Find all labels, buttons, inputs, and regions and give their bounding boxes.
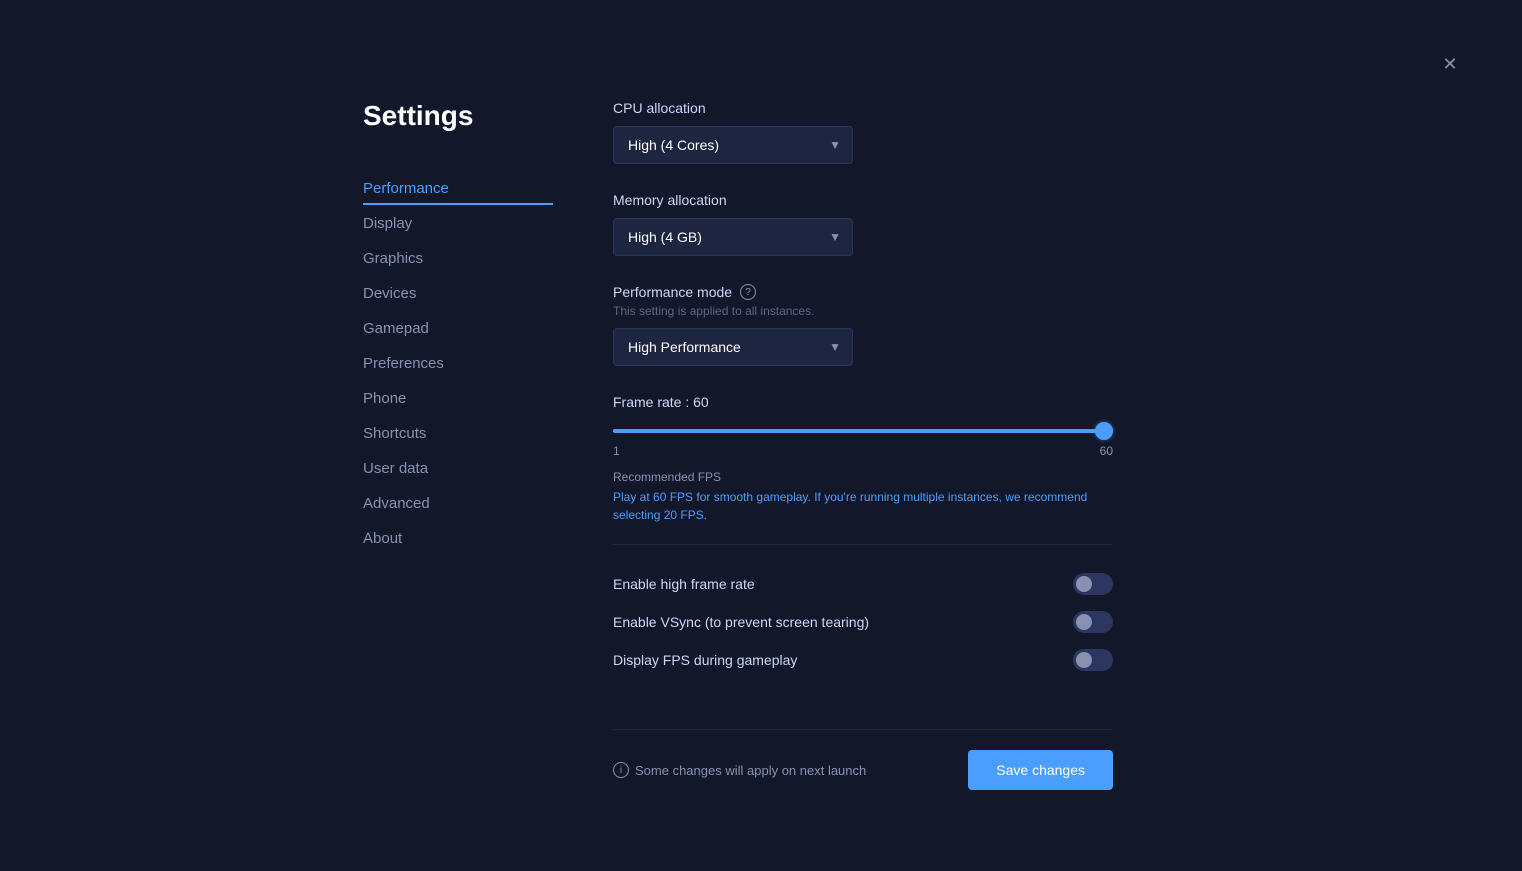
performance-mode-help-icon[interactable]: ?: [740, 284, 756, 300]
close-button[interactable]: ✕: [1438, 52, 1462, 76]
toggle-vsync-row: Enable VSync (to prevent screen tearing): [613, 603, 1113, 641]
recommended-fps-text: Play at 60 FPS for smooth gameplay. If y…: [613, 488, 1103, 524]
page-title: Settings: [363, 100, 553, 132]
sidebar-item-advanced[interactable]: Advanced: [363, 487, 553, 520]
memory-allocation-section: Memory allocation Low (1 GB) Medium (2 G…: [613, 192, 1113, 256]
frame-rate-slider-container: [613, 420, 1113, 438]
performance-mode-label-text: Performance mode: [613, 284, 732, 300]
slider-min-label: 1: [613, 444, 620, 458]
frame-rate-section: Frame rate : 60 1 60: [613, 394, 1113, 458]
performance-mode-label-row: Performance mode ?: [613, 284, 1113, 300]
toggle-display-fps-label: Display FPS during gameplay: [613, 652, 797, 668]
sidebar-item-user-data[interactable]: User data: [363, 452, 553, 485]
sidebar: Performance Display Graphics Devices Gam…: [363, 172, 553, 555]
slider-max-label: 60: [1100, 444, 1113, 458]
cpu-allocation-select-wrapper: Low (1 Core) Medium (2 Cores) High (4 Co…: [613, 126, 853, 164]
footer-note-text: Some changes will apply on next launch: [635, 763, 866, 778]
save-changes-button[interactable]: Save changes: [968, 750, 1113, 790]
performance-mode-select-wrapper: Low Power Balanced High Performance Ultr…: [613, 328, 853, 366]
sidebar-item-about[interactable]: About: [363, 522, 553, 555]
sidebar-item-graphics[interactable]: Graphics: [363, 242, 553, 275]
toggle-display-fps-slider: [1073, 649, 1113, 671]
performance-mode-hint: This setting is applied to all instances…: [613, 304, 1113, 318]
toggle-display-fps[interactable]: [1073, 649, 1113, 671]
main-content: CPU allocation Low (1 Core) Medium (2 Co…: [553, 100, 1113, 790]
sidebar-item-phone[interactable]: Phone: [363, 382, 553, 415]
slider-labels: 1 60: [613, 444, 1113, 458]
frame-rate-slider[interactable]: [613, 429, 1113, 433]
cpu-allocation-label: CPU allocation: [613, 100, 1113, 116]
memory-allocation-select-wrapper: Low (1 GB) Medium (2 GB) High (4 GB) Ver…: [613, 218, 853, 256]
toggle-vsync-slider: [1073, 611, 1113, 633]
toggle-vsync-label: Enable VSync (to prevent screen tearing): [613, 614, 869, 630]
sidebar-item-display[interactable]: Display: [363, 207, 553, 240]
recommended-fps-section: Recommended FPS Play at 60 FPS for smoot…: [613, 470, 1113, 524]
cpu-allocation-section: CPU allocation Low (1 Core) Medium (2 Co…: [613, 100, 1113, 164]
recommended-fps-title: Recommended FPS: [613, 470, 1113, 484]
sidebar-item-performance[interactable]: Performance: [363, 172, 553, 205]
frame-rate-label: Frame rate : 60: [613, 394, 1113, 410]
toggle-vsync[interactable]: [1073, 611, 1113, 633]
memory-allocation-select[interactable]: Low (1 GB) Medium (2 GB) High (4 GB) Ver…: [613, 218, 853, 256]
toggle-high-frame-rate-label: Enable high frame rate: [613, 576, 755, 592]
toggle-high-frame-rate-slider: [1073, 573, 1113, 595]
sidebar-item-preferences[interactable]: Preferences: [363, 347, 553, 380]
sidebar-item-devices[interactable]: Devices: [363, 277, 553, 310]
cpu-allocation-select[interactable]: Low (1 Core) Medium (2 Cores) High (4 Co…: [613, 126, 853, 164]
footer-note: i Some changes will apply on next launch: [613, 762, 866, 778]
performance-mode-select[interactable]: Low Power Balanced High Performance Ultr…: [613, 328, 853, 366]
sidebar-item-gamepad[interactable]: Gamepad: [363, 312, 553, 345]
footer: i Some changes will apply on next launch…: [613, 729, 1113, 790]
performance-mode-section: Performance mode ? This setting is appli…: [613, 284, 1113, 366]
sidebar-item-shortcuts[interactable]: Shortcuts: [363, 417, 553, 450]
toggle-high-frame-rate-row: Enable high frame rate: [613, 565, 1113, 603]
toggle-display-fps-row: Display FPS during gameplay: [613, 641, 1113, 679]
memory-allocation-label: Memory allocation: [613, 192, 1113, 208]
toggle-high-frame-rate[interactable]: [1073, 573, 1113, 595]
footer-info-icon: i: [613, 762, 629, 778]
divider-1: [613, 544, 1113, 545]
